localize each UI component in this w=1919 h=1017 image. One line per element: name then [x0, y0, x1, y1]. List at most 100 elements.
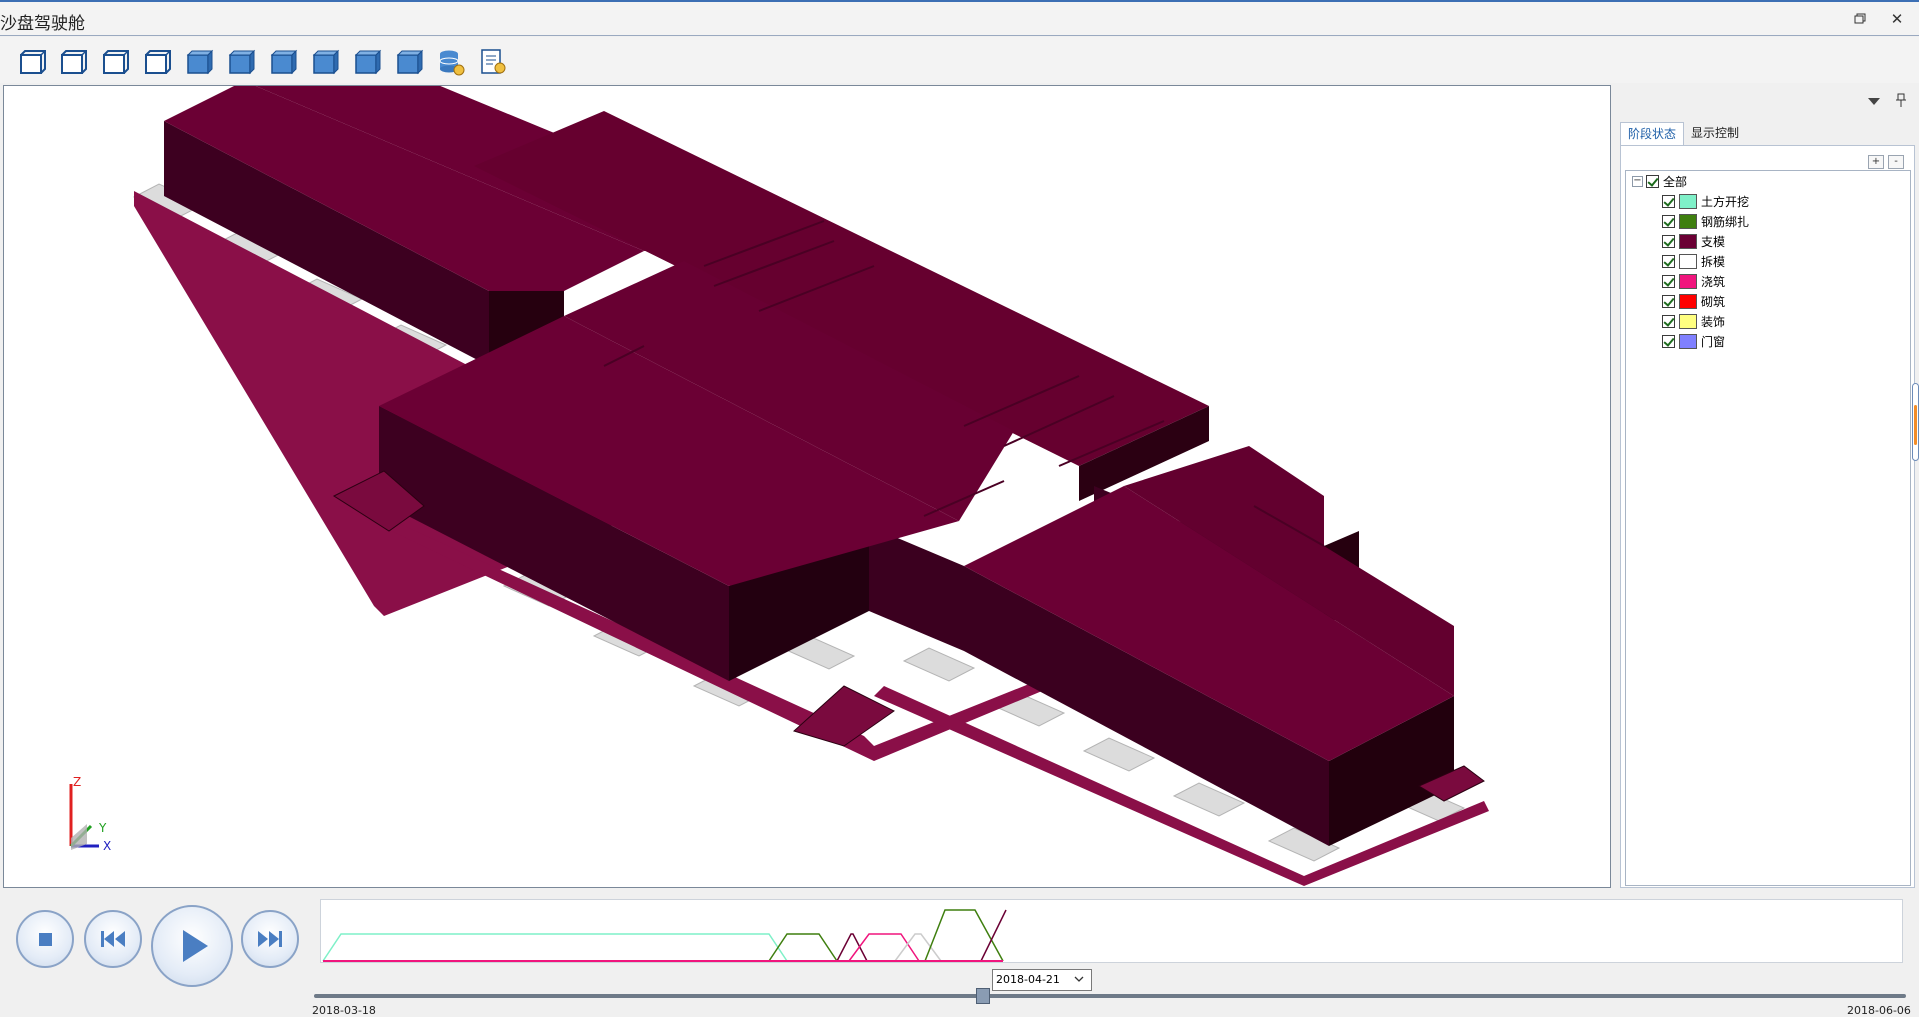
database-settings-icon — [439, 50, 465, 76]
tree-item[interactable]: 支模 — [1662, 232, 1725, 250]
tree-root-label: 全部 — [1663, 174, 1688, 189]
axis-z-label: Z — [73, 775, 81, 789]
chevron-down-icon — [1074, 976, 1084, 982]
report-settings-button[interactable] — [478, 47, 508, 77]
playback-bar: 2018-04-21 2018-03-18 2018-06-06 — [0, 890, 1919, 1017]
stage-panel: 阶段状态 显示控制 + - − 全部 土方开挖钢筋绑扎支模拆模浇筑砌筑装饰门窗 — [1615, 85, 1919, 888]
stage-color-swatch — [1679, 333, 1697, 349]
panel-header — [1615, 85, 1919, 117]
shaded-front-icon — [228, 49, 256, 75]
tree-item-checkbox[interactable] — [1662, 214, 1675, 228]
shaded-left-icon — [312, 49, 340, 75]
shaded-back-icon — [270, 49, 298, 75]
stop-button[interactable] — [16, 910, 74, 968]
timeline-start-date: 2018-03-18 — [312, 1004, 376, 1017]
app-window: 沙盘驾驶舱 ✕ Z Y X 阶段状态 显示控制 + - − 全部 土方开挖 钢筋… — [0, 0, 1919, 1017]
skip-forward-icon — [258, 931, 282, 947]
tree-item-label: 浇筑 — [1701, 274, 1726, 289]
pin-icon — [1896, 93, 1906, 107]
building-model-render — [132, 86, 1489, 886]
tree-expander[interactable]: − — [1632, 175, 1643, 187]
shaded-back-button[interactable] — [268, 47, 298, 77]
play-icon — [183, 930, 208, 962]
axis-indicator: Z Y X — [59, 774, 129, 854]
close-window-button[interactable]: ✕ — [1887, 10, 1907, 28]
tree-root[interactable]: − 全部 — [1632, 172, 1687, 190]
database-settings-button[interactable] — [436, 47, 466, 77]
shaded-bottom-icon — [396, 49, 424, 75]
shaded-front-button[interactable] — [226, 47, 256, 77]
tree-item-label: 门窗 — [1701, 334, 1726, 349]
tree-item-checkbox[interactable] — [1662, 314, 1675, 328]
axis-x-label: X — [103, 839, 111, 853]
shaded-right-icon — [354, 49, 382, 75]
shaded-right-button[interactable] — [352, 47, 382, 77]
tree-item[interactable]: 砌筑 — [1662, 292, 1725, 310]
wireframe-view-icon — [20, 50, 46, 74]
play-button[interactable] — [151, 905, 233, 987]
skip-back-icon — [101, 931, 125, 947]
tree-item-checkbox[interactable] — [1662, 334, 1675, 348]
panel-menu-button[interactable] — [1867, 95, 1881, 107]
tree-item[interactable]: 浇筑 — [1662, 272, 1725, 290]
stage-color-swatch — [1679, 313, 1697, 329]
current-date-select[interactable]: 2018-04-21 — [992, 969, 1092, 991]
shaded-left-button[interactable] — [310, 47, 340, 77]
tree-item[interactable]: 钢筋绑扎 — [1662, 212, 1749, 230]
timeline-slider-track[interactable] — [314, 994, 1906, 998]
side-scrollbar-thumb[interactable] — [1914, 405, 1917, 445]
stage-tree: − 全部 土方开挖钢筋绑扎支模拆模浇筑砌筑装饰门窗 — [1625, 170, 1911, 886]
tree-item-label: 支模 — [1701, 234, 1726, 249]
tree-item[interactable]: 拆模 — [1662, 252, 1725, 270]
restore-icon — [1854, 13, 1866, 24]
window-title: 沙盘驾驶舱 — [0, 14, 85, 34]
tree-item-checkbox[interactable] — [1662, 194, 1675, 208]
tree-item-checkbox[interactable] — [1662, 234, 1675, 248]
shaded-top-button[interactable] — [184, 47, 214, 77]
xyz-axis-icon: Z Y X — [69, 775, 111, 853]
axis-y-label: Y — [98, 821, 107, 835]
tree-item-checkbox[interactable] — [1662, 294, 1675, 308]
shaded-top-icon — [186, 49, 214, 75]
restore-window-button[interactable] — [1850, 10, 1870, 28]
timeline-end-date: 2018-06-06 — [1847, 1004, 1911, 1017]
wireframe-front-button[interactable] — [58, 47, 88, 77]
skip-forward-button[interactable] — [241, 910, 299, 968]
stage-color-swatch — [1679, 293, 1697, 309]
tree-item-checkbox[interactable] — [1662, 254, 1675, 268]
report-settings-icon — [481, 49, 506, 74]
wireframe-view-button[interactable] — [17, 47, 47, 77]
current-date-value: 2018-04-21 — [996, 973, 1060, 986]
tab-display-control[interactable]: 显示控制 — [1684, 122, 1746, 146]
stage-color-swatch — [1679, 213, 1697, 229]
shaded-bottom-button[interactable] — [394, 47, 424, 77]
tree-item[interactable]: 装饰 — [1662, 312, 1725, 330]
pin-panel-button[interactable] — [1894, 92, 1908, 108]
stage-color-swatch — [1679, 193, 1697, 209]
tree-item[interactable]: 门窗 — [1662, 332, 1725, 350]
expand-all-button[interactable]: + — [1868, 155, 1884, 169]
timeline-slider-thumb[interactable] — [976, 988, 990, 1004]
checkbox-all[interactable] — [1646, 174, 1659, 188]
tree-item-label: 砌筑 — [1701, 294, 1726, 309]
3d-model-viewport[interactable]: Z Y X — [3, 85, 1611, 888]
tree-item-label: 钢筋绑扎 — [1701, 214, 1750, 229]
tree-item-label: 拆模 — [1701, 254, 1726, 269]
title-bar: 沙盘驾驶舱 ✕ — [0, 2, 1919, 36]
collapse-all-button[interactable]: - — [1888, 155, 1904, 169]
tree-item[interactable]: 土方开挖 — [1662, 192, 1749, 210]
skip-back-button[interactable] — [84, 910, 142, 968]
stage-color-swatch — [1679, 273, 1697, 289]
stop-icon — [39, 933, 52, 946]
wireframe-left-button[interactable] — [100, 47, 130, 77]
wireframe-front-icon — [61, 50, 87, 74]
timeline-curves — [322, 909, 1007, 962]
wireframe-right-button[interactable] — [142, 47, 172, 77]
triangle-down-icon — [1868, 98, 1880, 105]
view-toolbar — [0, 37, 1919, 83]
tree-item-checkbox[interactable] — [1662, 274, 1675, 288]
tree-item-label: 土方开挖 — [1701, 194, 1750, 209]
tab-stage-status[interactable]: 阶段状态 — [1620, 122, 1685, 146]
stage-timeline-chart — [320, 899, 1903, 963]
stage-color-swatch — [1679, 233, 1697, 249]
